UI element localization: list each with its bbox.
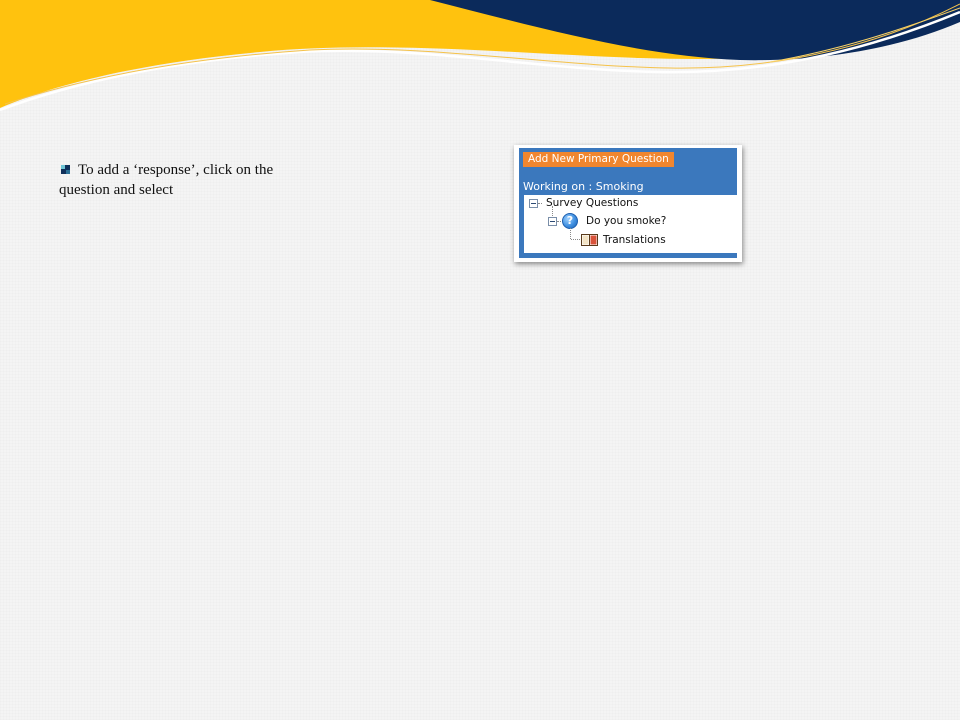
tree-item-label: Translations [603,234,666,246]
instruction-bullet: To add a ‘response’, click on the questi… [59,160,289,200]
question-tree: Survey Questions ? Do you smoke? Transla… [524,195,737,253]
header-wave-banner [0,0,960,112]
tree-item-survey-questions[interactable]: Survey Questions [524,195,737,211]
tree-item-question[interactable]: ? Do you smoke? [524,213,737,229]
instruction-text: To add a ‘response’, click on the questi… [59,162,274,198]
bullet-icon [61,165,70,174]
tree-item-label: Survey Questions [546,197,639,209]
collapse-icon[interactable] [529,199,538,208]
add-new-primary-question-button[interactable]: Add New Primary Question [523,152,674,167]
working-on-label: Working on : Smoking [523,180,644,193]
question-icon: ? [562,213,578,229]
collapse-icon[interactable] [548,217,557,226]
panel-header: Add New Primary Question Working on : Sm… [519,148,737,258]
tree-item-label: Do you smoke? [586,215,667,227]
survey-editor-panel: Add New Primary Question Working on : Sm… [514,145,742,262]
book-icon [581,234,598,246]
tree-item-translations[interactable]: Translations [524,232,737,248]
